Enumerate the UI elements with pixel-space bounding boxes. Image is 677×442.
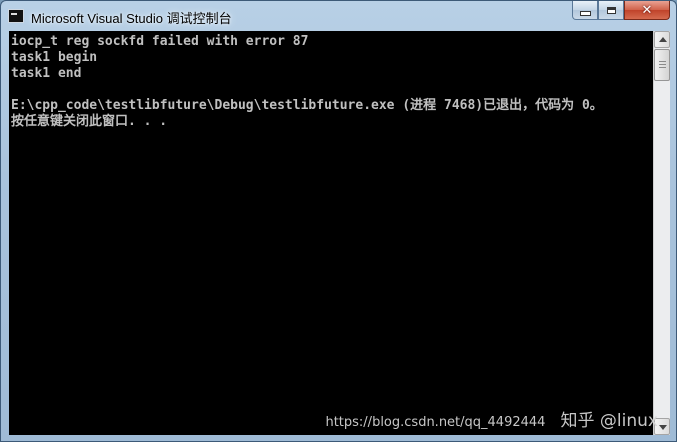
arrow-down-icon: [659, 425, 667, 430]
minimize-icon: [579, 10, 591, 16]
watermark-url: https://blog.csdn.net/qq_4492444: [325, 415, 546, 430]
window-controls: ✕: [572, 1, 670, 21]
maximize-icon: [606, 6, 616, 14]
window-title: Microsoft Visual Studio 调试控制台: [31, 11, 232, 26]
vertical-scrollbar[interactable]: [653, 31, 670, 435]
watermark: https://blog.csdn.net/qq_4492444 知乎 @lin…: [325, 406, 658, 431]
console-line: task1 end: [11, 66, 82, 81]
console-app-icon[interactable]: [8, 9, 24, 23]
watermark-brand: 知乎 @linux: [560, 411, 658, 431]
title-bar[interactable]: Microsoft Visual Studio 调试控制台 ✕: [1, 1, 676, 31]
console-line: 按任意键关闭此窗口. . .: [11, 114, 168, 129]
console-output[interactable]: iocp_t reg sockfd failed with error 87 t…: [9, 31, 653, 435]
console-line: iocp_t reg sockfd failed with error 87: [11, 34, 309, 49]
minimize-button[interactable]: [572, 1, 598, 20]
scroll-thumb[interactable]: [654, 49, 670, 81]
scroll-up-button[interactable]: [654, 31, 670, 48]
maximize-button[interactable]: [598, 1, 624, 20]
close-button[interactable]: ✕: [624, 1, 670, 20]
console-line: E:\cpp_code\testlibfuture\Debug\testlibf…: [11, 98, 603, 113]
console-window: Microsoft Visual Studio 调试控制台 ✕ iocp_t r…: [0, 0, 677, 442]
arrow-up-icon: [659, 37, 667, 42]
close-icon: ✕: [641, 2, 653, 18]
console-line: task1 begin: [11, 50, 98, 65]
